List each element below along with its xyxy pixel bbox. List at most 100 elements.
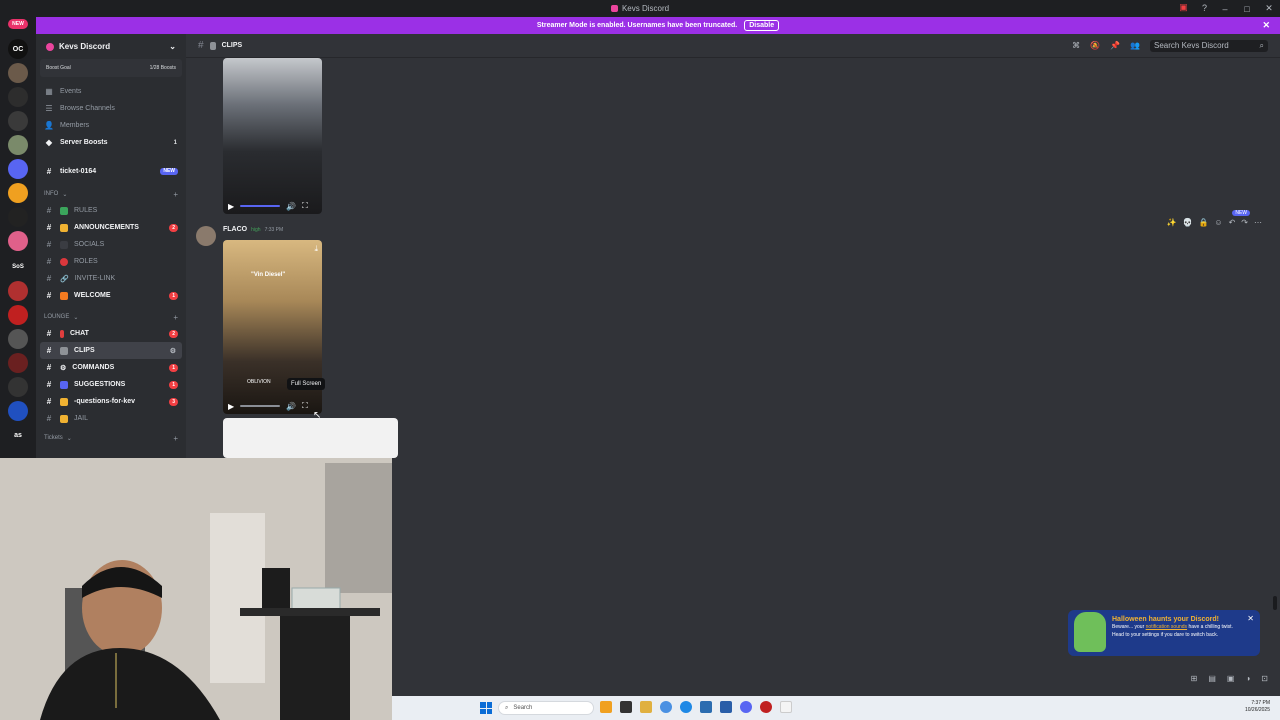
discord-taskbar-icon[interactable] <box>740 701 752 713</box>
server-icon[interactable] <box>8 87 28 107</box>
server-icon[interactable] <box>8 231 28 251</box>
close-banner-icon[interactable]: ✕ <box>1262 20 1270 31</box>
sidebar-item-members[interactable]: 👤 Members <box>36 117 186 134</box>
close-icon[interactable]: ✕ <box>1258 3 1280 14</box>
maximize-icon[interactable]: □ <box>1236 4 1258 14</box>
lock-reaction-icon[interactable]: 🔒 <box>1198 218 1208 227</box>
boost-goal-bar[interactable]: Boost Goal 1/28 Boosts <box>40 59 182 77</box>
server-header[interactable]: Kevs Discord ⌄ <box>36 34 186 59</box>
taskbar-clock[interactable]: 7:37 PM 10/26/2025 <box>1245 700 1270 714</box>
edge-icon[interactable] <box>680 701 692 713</box>
halloween-notification[interactable]: Halloween haunts your Discord! Beware...… <box>1068 610 1260 656</box>
seek-bar[interactable] <box>240 205 281 207</box>
download-icon[interactable]: ⤓ <box>314 244 318 254</box>
server-icon[interactable] <box>8 111 28 131</box>
server-icon-as[interactable]: as <box>8 425 28 445</box>
members-icon: 👤 <box>44 121 54 130</box>
play-icon[interactable]: ▶ <box>228 202 234 211</box>
file-explorer-icon[interactable] <box>600 701 612 713</box>
server-icon[interactable] <box>8 377 28 397</box>
more-icon[interactable]: ⋯ <box>1254 218 1262 227</box>
threads-icon[interactable]: ⌘ <box>1072 41 1080 50</box>
emoji-icon[interactable]: ◑ <box>1245 674 1250 683</box>
discord-server-icon[interactable] <box>8 159 28 179</box>
notification-bell-icon[interactable]: 🔕 <box>1090 41 1100 50</box>
chrome-icon[interactable] <box>660 701 672 713</box>
gift-icon[interactable]: ⊞ <box>1191 674 1198 683</box>
windows-start-icon[interactable] <box>480 702 492 714</box>
channel-settings-icon[interactable]: ⚙ <box>170 347 176 355</box>
fullscreen-icon[interactable]: ⛶ <box>302 401 308 411</box>
help-icon[interactable]: ? <box>1199 2 1210 13</box>
sidebar-item-server-boosts[interactable]: ◆ Server Boosts 1 <box>36 134 186 151</box>
channel-roles[interactable]: # ROLES <box>36 253 186 270</box>
add-channel-icon[interactable]: + <box>173 434 178 443</box>
server-icon[interactable]: OC <box>8 39 28 59</box>
sidebar-item-events[interactable]: ▦ Events <box>36 83 186 100</box>
message-username[interactable]: FLACO <box>223 226 247 233</box>
server-icon[interactable] <box>8 401 28 421</box>
server-icon[interactable] <box>8 207 28 227</box>
reaction-icon[interactable]: ✨ <box>1167 218 1177 227</box>
category-lounge[interactable]: LOUNGE ⌄ + <box>36 309 186 325</box>
server-icon[interactable] <box>8 329 28 349</box>
notification-sounds-link[interactable]: notification sounds <box>1146 624 1187 630</box>
gif-icon[interactable]: ▤ <box>1208 674 1216 683</box>
inbox-icon[interactable]: ▣ <box>1178 2 1189 13</box>
channel-jail[interactable]: # JAIL <box>36 410 186 427</box>
scrollbar[interactable] <box>1273 596 1277 610</box>
play-icon[interactable]: ▶ <box>228 402 234 411</box>
avatar[interactable] <box>196 226 216 246</box>
disable-streamer-mode-button[interactable]: Disable <box>744 20 780 31</box>
outlook-icon[interactable] <box>720 701 732 713</box>
apps-icon[interactable]: ⊡ <box>1261 674 1268 683</box>
app-icon[interactable] <box>760 701 772 713</box>
search-input[interactable]: Search Kevs Discord ⌕ <box>1150 39 1268 52</box>
channel-chat[interactable]: # CHAT 2 <box>36 325 186 342</box>
server-icon[interactable] <box>8 305 28 325</box>
channel-suggestions[interactable]: # SUGGESTIONS 1 <box>36 376 186 393</box>
channel-questions-for-kev[interactable]: # -questions-for-kev 3 <box>36 393 186 410</box>
close-notification-icon[interactable]: ✕ <box>1247 614 1254 623</box>
reply-icon[interactable]: ↶ <box>1229 218 1236 227</box>
member-list-icon[interactable]: 👥 <box>1130 41 1140 50</box>
category-tickets[interactable]: Tickets ⌄ + <box>36 430 186 446</box>
channel-invite-link[interactable]: # 🔗 INVITE-LINK <box>36 270 186 287</box>
server-icon[interactable] <box>8 281 28 301</box>
server-icon[interactable] <box>8 353 28 373</box>
folder-icon[interactable] <box>640 701 652 713</box>
channel-welcome[interactable]: # WELCOME 1 <box>36 287 186 304</box>
app-icon[interactable] <box>780 701 792 713</box>
add-channel-icon[interactable]: + <box>173 190 178 199</box>
seek-bar[interactable] <box>240 405 281 407</box>
skull-reaction-icon[interactable]: 💀 <box>1182 218 1192 227</box>
fullscreen-icon[interactable]: ⛶ <box>302 201 308 211</box>
add-channel-icon[interactable]: + <box>173 313 178 322</box>
sidebar-item-browse-channels[interactable]: ☰ Browse Channels <box>36 100 186 117</box>
server-icon[interactable] <box>8 63 28 83</box>
terminal-icon[interactable] <box>620 701 632 713</box>
video-attachment-1[interactable]: ▶ 🔊 ⛶ <box>223 58 322 214</box>
add-reaction-icon[interactable]: ☺ <box>1214 218 1222 227</box>
channel-ticket[interactable]: # ticket-0164 NEW <box>36 163 186 180</box>
server-icon-sos[interactable]: SoS <box>8 257 28 277</box>
forward-icon[interactable]: ↷ <box>1241 218 1248 227</box>
server-icon[interactable] <box>8 183 28 203</box>
sticker-icon[interactable]: ▣ <box>1227 674 1235 683</box>
category-info[interactable]: INFO ⌄ + <box>36 186 186 202</box>
channel-socials[interactable]: # SOCIALS <box>36 236 186 253</box>
server-icon[interactable] <box>8 135 28 155</box>
search-placeholder: Search Kevs Discord <box>1154 41 1229 50</box>
attachment-preview[interactable] <box>223 418 398 458</box>
channel-clips[interactable]: # CLIPS ⚙ <box>40 342 182 359</box>
channel-commands[interactable]: # ⚙ COMMANDS 1 <box>36 359 186 376</box>
minimize-icon[interactable]: – <box>1214 4 1236 14</box>
pin-icon[interactable]: 📌 <box>1110 41 1120 50</box>
volume-icon[interactable]: 🔊 <box>286 202 296 211</box>
taskbar-search[interactable]: ⌕ Search <box>498 701 594 715</box>
volume-icon[interactable]: 🔊 <box>286 402 296 411</box>
store-icon[interactable] <box>700 701 712 713</box>
channel-announcements[interactable]: # ANNOUNCEMENTS 2 <box>36 219 186 236</box>
channel-rules[interactable]: # RULES <box>36 202 186 219</box>
new-messages-pill[interactable]: NEW <box>1232 210 1250 216</box>
